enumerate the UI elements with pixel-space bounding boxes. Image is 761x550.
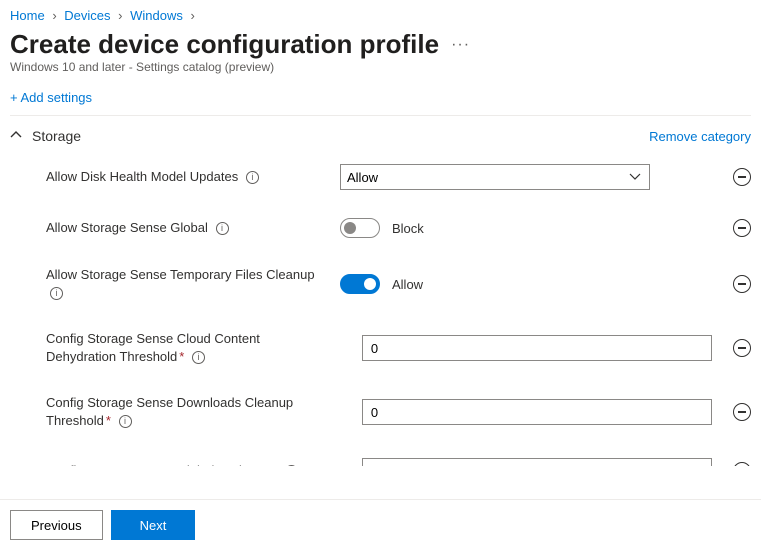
chevron-right-icon: › (118, 8, 122, 23)
chevron-right-icon: › (52, 8, 56, 23)
setting-label: Allow Storage Sense Temporary Files Clea… (46, 267, 315, 282)
setting-row: Allow Storage Sense Temporary Files Clea… (10, 256, 751, 320)
remove-setting-button[interactable] (733, 168, 751, 186)
setting-row: Config Storage Sense Downloads Cleanup T… (10, 384, 751, 448)
allow-disk-health-dropdown[interactable]: Allow (340, 164, 650, 190)
remove-setting-button[interactable] (733, 219, 751, 237)
info-icon[interactable]: i (50, 287, 63, 300)
breadcrumb-home[interactable]: Home (10, 8, 45, 23)
page-title: Create device configuration profile (10, 29, 439, 60)
storage-sense-temp-files-toggle[interactable] (340, 274, 380, 294)
add-settings-link[interactable]: + Add settings (10, 90, 92, 105)
remove-setting-button[interactable] (733, 462, 751, 466)
setting-label: Config Storage Sense Downloads Cleanup T… (46, 395, 293, 428)
category-toggle[interactable]: Storage (10, 128, 81, 144)
chevron-right-icon: › (191, 8, 195, 23)
toggle-state-label: Block (392, 221, 424, 236)
cloud-dehydration-threshold-input[interactable] (362, 335, 712, 361)
setting-label: Allow Storage Sense Global (46, 220, 208, 235)
info-icon[interactable]: i (192, 351, 205, 364)
setting-row: Config Storage Sense Cloud Content Dehyd… (10, 320, 751, 384)
toggle-state-label: Allow (392, 277, 423, 292)
setting-label: Allow Disk Health Model Updates (46, 169, 238, 184)
remove-setting-button[interactable] (733, 403, 751, 421)
downloads-cleanup-threshold-input[interactable] (362, 399, 712, 425)
remove-setting-button[interactable] (733, 275, 751, 293)
setting-label: Config Storage Sense Global Cadence (46, 463, 270, 466)
breadcrumb: Home › Devices › Windows › (0, 0, 761, 27)
info-icon[interactable]: i (285, 465, 298, 466)
settings-list: Allow Disk Health Model Updates i Allow … (0, 154, 761, 466)
chevron-up-icon (10, 129, 22, 144)
breadcrumb-devices[interactable]: Devices (64, 8, 110, 23)
remove-setting-button[interactable] (733, 339, 751, 357)
remove-category-link[interactable]: Remove category (649, 129, 751, 144)
previous-button[interactable]: Previous (10, 510, 103, 540)
footer: Previous Next (0, 499, 761, 550)
next-button[interactable]: Next (111, 510, 196, 540)
breadcrumb-windows[interactable]: Windows (130, 8, 183, 23)
more-icon[interactable]: ··· (451, 36, 470, 54)
info-icon[interactable]: i (119, 415, 132, 428)
setting-label: Config Storage Sense Cloud Content Dehyd… (46, 331, 260, 364)
info-icon[interactable]: i (246, 171, 259, 184)
setting-row: Allow Storage Sense Global i Block (10, 208, 751, 256)
setting-row: Allow Disk Health Model Updates i Allow (10, 154, 751, 208)
setting-row: Config Storage Sense Global Cadence* i (10, 448, 751, 466)
storage-sense-global-toggle[interactable] (340, 218, 380, 238)
category-title: Storage (32, 128, 81, 144)
info-icon[interactable]: i (216, 222, 229, 235)
global-cadence-input[interactable] (362, 458, 712, 466)
page-subtitle: Windows 10 and later - Settings catalog … (0, 60, 761, 82)
